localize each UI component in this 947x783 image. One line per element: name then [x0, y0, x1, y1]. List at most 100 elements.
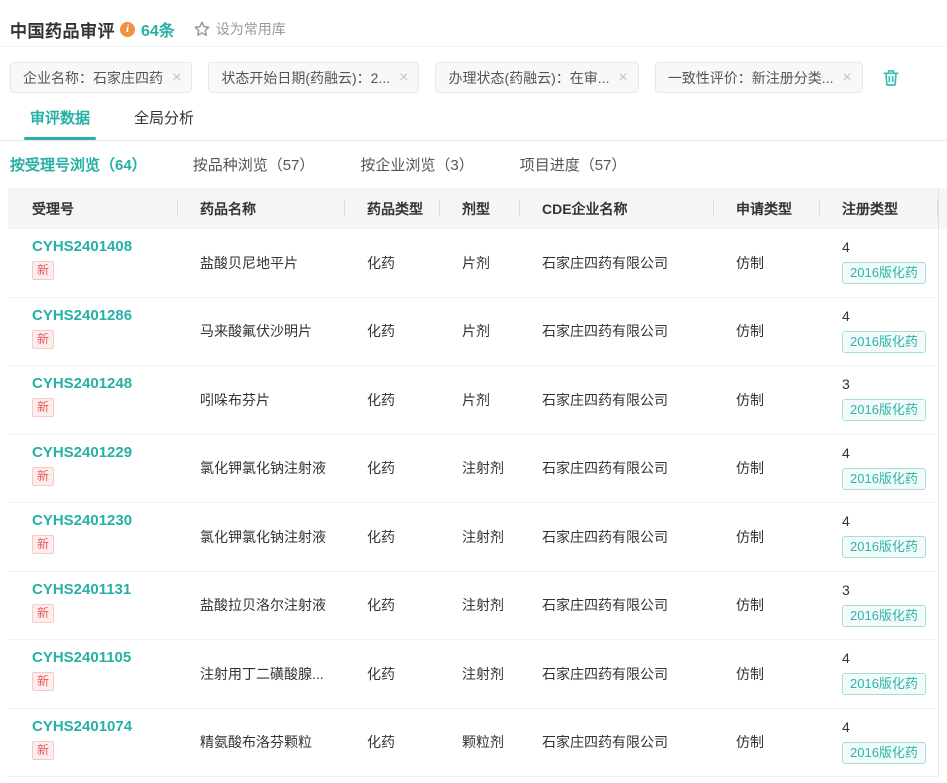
registration-version-badge: 2016版化药 [842, 331, 926, 353]
table-overflow-strip [938, 188, 947, 777]
cell-application-type: 仿制 [714, 229, 820, 297]
col-header-application-type: 申请类型 [714, 188, 820, 229]
cell-cde-company: 石家庄四药有限公司 [520, 229, 714, 297]
filter-chip-label: 一致性评价：新注册分类... [668, 68, 834, 88]
acceptance-no-link[interactable]: CYHS2401229 [32, 444, 132, 461]
registration-class: 4 [842, 512, 850, 530]
cell-registration-type: 4 2016版化药 [820, 503, 938, 571]
table-overflow-header [939, 188, 947, 229]
cell-acceptance-no: CYHS2401230 新 [8, 503, 178, 571]
cell-cde-company: 石家庄四药有限公司 [520, 503, 714, 571]
cell-cde-company: 石家庄四药有限公司 [520, 366, 714, 434]
trash-icon [881, 67, 901, 88]
info-icon[interactable]: i [120, 22, 135, 37]
registration-version-badge: 2016版化药 [842, 742, 926, 764]
cell-registration-type: 4 2016版化药 [820, 298, 938, 366]
subtab-project-progress[interactable]: 项目进度（57） [520, 154, 627, 175]
cell-application-type: 仿制 [714, 503, 820, 571]
tab-global-analysis[interactable]: 全局分析 [134, 98, 194, 140]
close-icon[interactable]: × [842, 70, 851, 86]
col-header-drug-type: 药品类型 [345, 188, 440, 229]
col-header-registration-type: 注册类型 [820, 188, 938, 229]
page-header: 中国药品审评 i 64条 设为常用库 [0, 0, 947, 46]
registration-class: 4 [842, 718, 850, 736]
filter-bar: 企业名称：石家庄四药 × 状态开始日期(药融云)：2... × 办理状态(药融云… [0, 46, 947, 98]
cell-drug-type: 化药 [345, 435, 440, 503]
subtab-by-variety[interactable]: 按品种浏览（57） [193, 154, 315, 175]
registration-version-badge: 2016版化药 [842, 262, 926, 284]
registration-class: 4 [842, 444, 850, 462]
subtab-by-company[interactable]: 按企业浏览（3） [360, 154, 473, 175]
clear-filters-button[interactable] [881, 67, 901, 88]
new-badge: 新 [32, 604, 54, 623]
cell-drug-type: 化药 [345, 366, 440, 434]
acceptance-no-link[interactable]: CYHS2401105 [32, 649, 131, 666]
record-count: 64条 [141, 17, 175, 41]
cell-registration-type: 3 2016版化药 [820, 572, 938, 640]
tab-review-data[interactable]: 审评数据 [30, 98, 90, 140]
filter-chip-label: 企业名称：石家庄四药 [23, 68, 163, 88]
filter-chip-consistency: 一致性评价：新注册分类... × [655, 62, 863, 93]
cell-acceptance-no: CYHS2401074 新 [8, 709, 178, 777]
filter-chip-label: 状态开始日期(药融云)：2... [221, 68, 390, 88]
cell-application-type: 仿制 [714, 640, 820, 708]
cell-cde-company: 石家庄四药有限公司 [520, 709, 714, 777]
cell-dosage-form: 注射剂 [440, 503, 520, 571]
registration-version-badge: 2016版化药 [842, 536, 926, 558]
new-badge: 新 [32, 261, 54, 280]
new-badge: 新 [32, 741, 54, 760]
cell-dosage-form: 颗粒剂 [440, 709, 520, 777]
cell-dosage-form: 注射剂 [440, 572, 520, 640]
star-icon [193, 20, 211, 38]
cell-registration-type: 4 2016版化药 [820, 229, 938, 297]
registration-version-badge: 2016版化药 [842, 673, 926, 695]
filter-chip-status: 办理状态(药融云)：在审... × [435, 62, 638, 93]
acceptance-no-link[interactable]: CYHS2401248 [32, 375, 132, 392]
new-badge: 新 [32, 330, 54, 349]
cell-drug-type: 化药 [345, 572, 440, 640]
new-badge: 新 [32, 398, 54, 417]
acceptance-no-link[interactable]: CYHS2401230 [32, 512, 132, 529]
cell-drug-type: 化药 [345, 640, 440, 708]
close-icon[interactable]: × [618, 70, 627, 86]
cell-cde-company: 石家庄四药有限公司 [520, 572, 714, 640]
filter-chip-label: 办理状态(药融云)：在审... [448, 68, 609, 88]
col-header-dosage-form: 剂型 [440, 188, 520, 229]
acceptance-no-link[interactable]: CYHS2401408 [32, 238, 132, 255]
table-header-row: 受理号 药品名称 药品类型 剂型 CDE企业名称 申请类型 注册类型 [8, 188, 938, 229]
close-icon[interactable]: × [172, 70, 181, 86]
cell-drug-type: 化药 [345, 298, 440, 366]
acceptance-no-link[interactable]: CYHS2401286 [32, 307, 132, 324]
cell-drug-name: 吲哚布芬片 [178, 366, 345, 434]
close-icon[interactable]: × [399, 70, 408, 86]
registration-class: 4 [842, 649, 850, 667]
subtab-by-acceptance-no[interactable]: 按受理号浏览（64） [10, 154, 147, 175]
cell-acceptance-no: CYHS2401105 新 [8, 640, 178, 708]
registration-class: 4 [842, 238, 850, 256]
review-table: 受理号 药品名称 药品类型 剂型 CDE企业名称 申请类型 注册类型 CYHS2… [8, 188, 947, 777]
cell-registration-type: 4 2016版化药 [820, 640, 938, 708]
cell-cde-company: 石家庄四药有限公司 [520, 298, 714, 366]
registration-version-badge: 2016版化药 [842, 605, 926, 627]
new-badge: 新 [32, 535, 54, 554]
col-header-acceptance-no: 受理号 [8, 188, 178, 229]
cell-drug-name: 精氨酸布洛芬颗粒 [178, 709, 345, 777]
table-row: CYHS2401286 新 马来酸氟伏沙明片 化药 片剂 石家庄四药有限公司 仿… [8, 298, 938, 367]
set-favorite-label: 设为常用库 [216, 19, 286, 39]
cell-acceptance-no: CYHS2401248 新 [8, 366, 178, 434]
cell-drug-type: 化药 [345, 503, 440, 571]
table-row: CYHS2401230 新 氯化钾氯化钠注射液 化药 注射剂 石家庄四药有限公司… [8, 503, 938, 572]
cell-cde-company: 石家庄四药有限公司 [520, 640, 714, 708]
cell-drug-name: 盐酸贝尼地平片 [178, 229, 345, 297]
registration-class: 3 [842, 375, 850, 393]
cell-drug-type: 化药 [345, 709, 440, 777]
cell-dosage-form: 注射剂 [440, 640, 520, 708]
acceptance-no-link[interactable]: CYHS2401074 [32, 718, 132, 735]
cell-registration-type: 4 2016版化药 [820, 709, 938, 777]
set-favorite-button[interactable]: 设为常用库 [193, 19, 286, 39]
table-row: CYHS2401131 新 盐酸拉贝洛尔注射液 化药 注射剂 石家庄四药有限公司… [8, 572, 938, 641]
table-body: CYHS2401408 新 盐酸贝尼地平片 化药 片剂 石家庄四药有限公司 仿制… [8, 229, 938, 777]
new-badge: 新 [32, 467, 54, 486]
cell-acceptance-no: CYHS2401408 新 [8, 229, 178, 297]
acceptance-no-link[interactable]: CYHS2401131 [32, 581, 131, 598]
